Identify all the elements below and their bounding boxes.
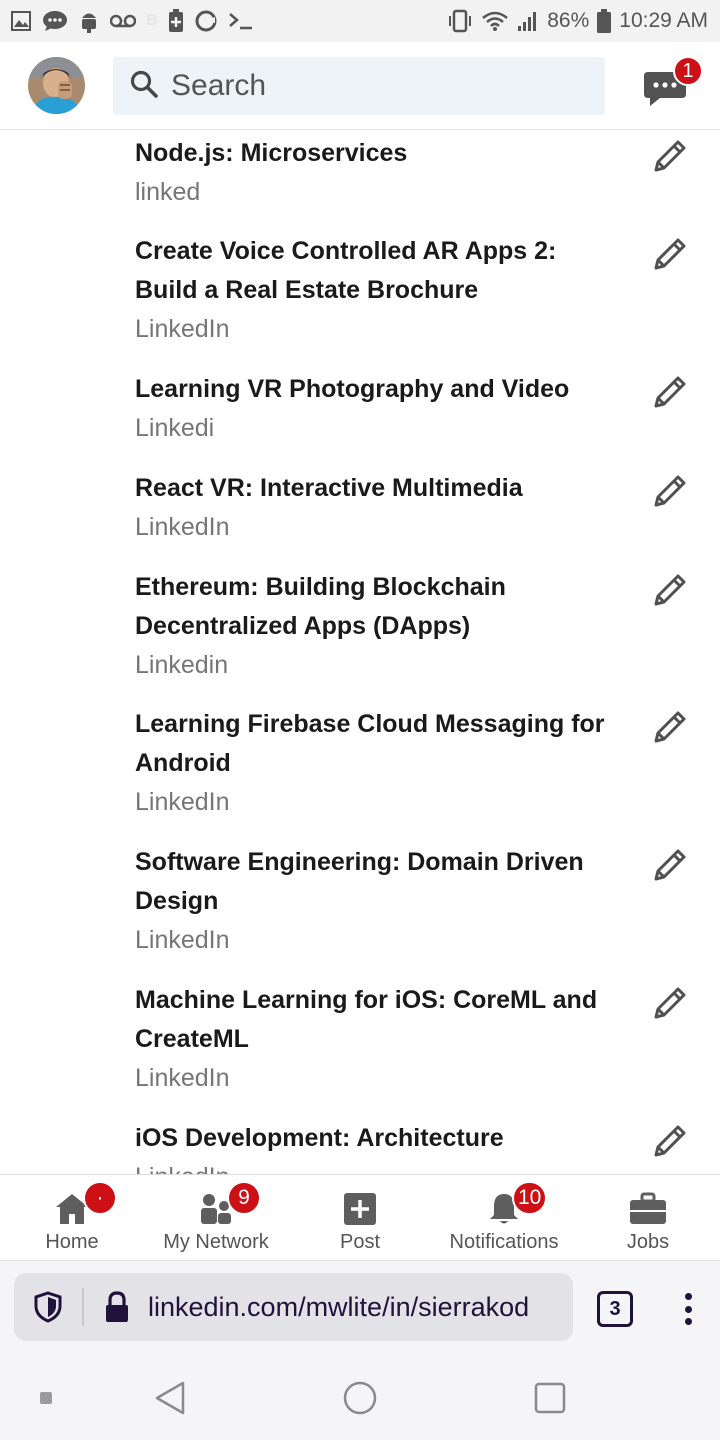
course-source: LinkedIn xyxy=(135,926,230,954)
course-source: Linkedin xyxy=(135,651,229,679)
status-bar-notifications: B xyxy=(10,9,254,33)
battery-percent: 86% xyxy=(547,9,590,32)
course-source: LinkedIn xyxy=(135,788,230,816)
edit-button[interactable] xyxy=(648,1119,692,1163)
pencil-icon xyxy=(654,238,686,270)
recent-dot-button[interactable] xyxy=(34,1374,58,1422)
edit-button[interactable] xyxy=(648,981,692,1025)
course-source: LinkedIn xyxy=(135,1158,230,1174)
avatar[interactable] xyxy=(28,57,85,114)
messages-icon xyxy=(638,72,688,116)
chat-icon xyxy=(42,10,68,32)
pencil-icon xyxy=(654,849,686,881)
nav-jobs-label: Jobs xyxy=(626,1231,670,1253)
more-vert-icon xyxy=(684,1293,692,1300)
clock: 10:29 AM xyxy=(619,9,708,32)
home-circle-icon xyxy=(343,1381,377,1415)
course-title: Machine Learning for iOS: CoreML and Cre… xyxy=(135,986,598,1053)
home-system-button[interactable] xyxy=(336,1374,384,1422)
tabs-counter-button[interactable]: 3 xyxy=(597,1291,633,1327)
overview-square-icon xyxy=(534,1382,566,1414)
edit-button[interactable] xyxy=(648,568,692,612)
course-title: Node.js: Microservices xyxy=(135,139,408,167)
pencil-icon xyxy=(654,574,686,606)
search-placeholder: Search xyxy=(171,69,267,102)
edit-button[interactable] xyxy=(648,843,692,887)
image-icon xyxy=(10,10,32,32)
nav-jobs[interactable]: Jobs xyxy=(598,1175,698,1261)
course-title: Learning VR Photography and Video xyxy=(135,375,570,403)
signal-icon xyxy=(517,10,539,32)
overview-button[interactable] xyxy=(526,1374,574,1422)
post-icon xyxy=(343,1191,377,1227)
battery-icon xyxy=(597,9,612,33)
nav-notifications-label: Notifications xyxy=(449,1231,559,1253)
edit-button[interactable] xyxy=(648,134,692,178)
course-source: linked xyxy=(135,178,201,206)
messages-badge: 1 xyxy=(673,56,703,86)
wifi-icon xyxy=(481,10,509,32)
pencil-icon xyxy=(654,475,686,507)
more-vert-dot xyxy=(684,1305,692,1313)
notifications-badge: 10 xyxy=(512,1181,548,1215)
app-header: Search 1 xyxy=(0,42,720,130)
url-text: linkedin.com/mwlite/in/sierrakod xyxy=(148,1291,530,1322)
back-triangle-icon xyxy=(155,1381,185,1415)
nav-home-label: Home xyxy=(45,1231,99,1253)
tracking-protection-button[interactable] xyxy=(14,1288,84,1326)
status-bar: B 86% 10:29 AM xyxy=(0,0,720,42)
system-nav-bar xyxy=(0,1356,720,1440)
course-title: Learning Firebase Cloud Messaging for An… xyxy=(135,710,605,777)
pencil-icon xyxy=(654,1125,686,1157)
course-source: LinkedIn xyxy=(135,1064,230,1092)
search-icon xyxy=(129,69,159,104)
briefcase-icon xyxy=(629,1191,667,1227)
pencil-icon xyxy=(654,376,686,408)
vibrate-icon xyxy=(447,9,473,33)
course-list: Node.js: Microservices linked Create Voi… xyxy=(0,131,720,1174)
nav-my-network-label: My Network xyxy=(163,1231,269,1253)
nav-post[interactable]: Post xyxy=(310,1175,410,1261)
edit-button[interactable] xyxy=(648,370,692,414)
edit-button[interactable] xyxy=(648,469,692,513)
b-icon: B xyxy=(146,12,158,29)
pencil-icon xyxy=(654,711,686,743)
course-source: LinkedIn xyxy=(135,513,230,541)
nav-post-label: Post xyxy=(339,1231,381,1253)
square-dot-icon xyxy=(40,1392,52,1404)
network-badge: 9 xyxy=(227,1181,261,1215)
nav-my-network[interactable]: My Network xyxy=(150,1175,282,1261)
shield-icon xyxy=(34,1291,62,1323)
pencil-icon xyxy=(654,987,686,1019)
home-badge: · xyxy=(83,1181,117,1215)
back-button[interactable] xyxy=(146,1374,194,1422)
course-title: Software Engineering: Domain Driven Desi… xyxy=(135,848,584,915)
search-bar[interactable]: Search xyxy=(113,57,605,115)
course-title: Create Voice Controlled AR Apps 2: Build… xyxy=(135,237,557,304)
status-bar-system: 86% 10:29 AM xyxy=(447,9,708,33)
pencil-icon xyxy=(654,140,686,172)
more-vert-dot xyxy=(684,1318,692,1325)
browser-menu-button[interactable] xyxy=(676,1289,700,1329)
sync-icon xyxy=(194,9,218,33)
course-title: React VR: Interactive Multimedia xyxy=(135,474,523,502)
battery-plus-icon xyxy=(168,9,184,33)
course-title: iOS Development: Architecture xyxy=(135,1124,504,1152)
android-debug-icon xyxy=(78,9,100,33)
url-bar[interactable]: linkedin.com/mwlite/in/sierrakod xyxy=(14,1273,573,1341)
voicemail-icon xyxy=(110,13,136,29)
bottom-nav: Home · My Network 9 Post Notifications 1… xyxy=(0,1174,720,1260)
course-source: LinkedIn xyxy=(135,315,230,343)
edit-button[interactable] xyxy=(648,232,692,276)
browser-toolbar: linkedin.com/mwlite/in/sierrakod 3 xyxy=(0,1260,720,1356)
terminal-icon xyxy=(228,11,254,31)
nav-notifications[interactable]: Notifications xyxy=(434,1175,574,1261)
course-source: Linkedi xyxy=(135,414,215,442)
edit-button[interactable] xyxy=(648,705,692,749)
course-title: Ethereum: Building Blockchain Decentrali… xyxy=(135,573,506,640)
lock-icon xyxy=(104,1291,130,1323)
